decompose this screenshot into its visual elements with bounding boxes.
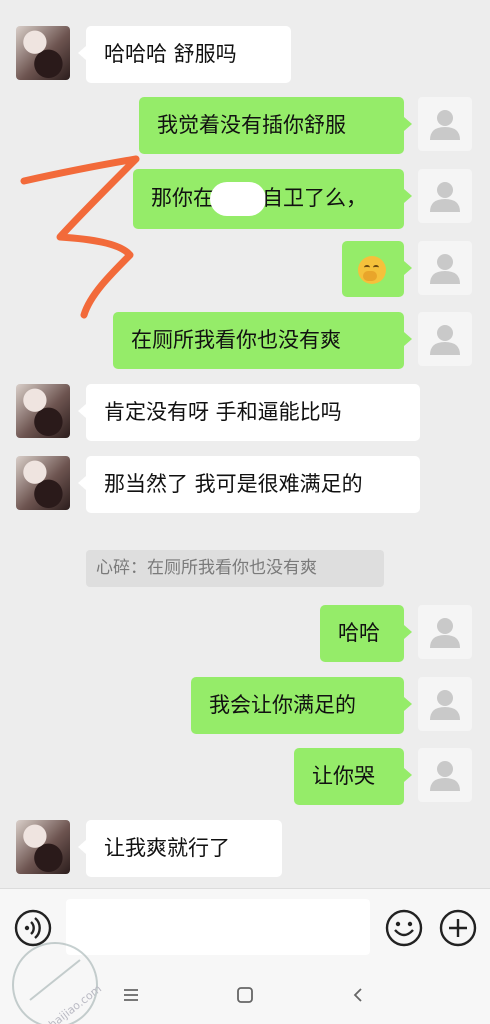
sticker-bubble[interactable] bbox=[342, 241, 412, 297]
person-placeholder-icon bbox=[430, 110, 460, 140]
message-bubble-received[interactable]: 让我爽就行了 bbox=[78, 820, 282, 877]
person-placeholder-icon bbox=[430, 325, 460, 355]
contact-avatar[interactable] bbox=[16, 384, 70, 438]
message-text: 我会让你满足的 bbox=[209, 693, 356, 717]
menu-icon[interactable] bbox=[116, 980, 146, 1010]
message-text-part: 那你在 bbox=[151, 186, 214, 210]
message-bubble-sent[interactable]: 让你哭 bbox=[294, 748, 412, 805]
home-square-icon[interactable] bbox=[230, 980, 260, 1010]
message-text-input[interactable] bbox=[66, 899, 370, 955]
message-bubble-sent[interactable]: 我觉着没有插你舒服 bbox=[139, 97, 412, 154]
orange-scribble-annotation bbox=[20, 155, 140, 319]
message-text: 我觉着没有插你舒服 bbox=[157, 113, 346, 137]
plus-icon[interactable] bbox=[438, 908, 478, 948]
self-avatar[interactable] bbox=[418, 748, 472, 802]
message-text: 哈哈哈 舒服吗 bbox=[104, 42, 237, 66]
message-bubble-received[interactable]: 那当然了 我可是很难满足的 bbox=[78, 456, 420, 513]
message-text: 在厕所我看你也没有爽 bbox=[131, 328, 341, 352]
message-bubble-received[interactable]: 哈哈哈 舒服吗 bbox=[78, 26, 291, 83]
contact-avatar[interactable] bbox=[16, 820, 70, 874]
person-placeholder-icon bbox=[430, 254, 460, 284]
message-text: 让我爽就行了 bbox=[104, 836, 230, 860]
person-placeholder-icon bbox=[430, 618, 460, 648]
censor-blot bbox=[210, 182, 266, 216]
chat-area[interactable]: 哈哈哈 舒服吗 我觉着没有插你舒服 那你在 自卫了么， 在厕所我看你也没有爽 肯定… bbox=[0, 0, 490, 888]
self-avatar[interactable] bbox=[418, 97, 472, 151]
quoted-reply[interactable]: 心碎：在厕所我看你也没有爽 bbox=[86, 550, 384, 587]
message-bubble-sent[interactable]: 那你在 自卫了么， bbox=[133, 169, 412, 229]
contact-avatar[interactable] bbox=[16, 456, 70, 510]
self-avatar[interactable] bbox=[418, 169, 472, 223]
thinking-face-emoji-icon bbox=[358, 256, 386, 284]
person-placeholder-icon bbox=[430, 690, 460, 720]
message-bubble-received[interactable]: 肯定没有呀 手和逼能比吗 bbox=[78, 384, 420, 441]
contact-avatar[interactable] bbox=[16, 26, 70, 80]
person-placeholder-icon bbox=[430, 761, 460, 791]
message-text: 那当然了 我可是很难满足的 bbox=[104, 472, 363, 496]
self-avatar[interactable] bbox=[418, 312, 472, 366]
self-avatar[interactable] bbox=[418, 677, 472, 731]
message-bubble-sent[interactable]: 我会让你满足的 bbox=[191, 677, 412, 734]
message-text: 哈哈 bbox=[338, 621, 380, 645]
self-avatar[interactable] bbox=[418, 605, 472, 659]
person-placeholder-icon bbox=[430, 182, 460, 212]
message-text: 让你哭 bbox=[312, 764, 375, 788]
message-bubble-sent[interactable]: 在厕所我看你也没有爽 bbox=[113, 312, 412, 369]
watermark-logo: haijiao.com bbox=[12, 942, 104, 1024]
watermark-text: haijiao.com bbox=[46, 982, 104, 1024]
message-text-part: 自卫了么， bbox=[262, 186, 367, 210]
quoted-text: 心碎：在厕所我看你也没有爽 bbox=[96, 558, 317, 578]
smiley-icon[interactable] bbox=[384, 908, 424, 948]
message-text: 肯定没有呀 手和逼能比吗 bbox=[104, 400, 342, 424]
self-avatar[interactable] bbox=[418, 241, 472, 295]
message-bubble-sent[interactable]: 哈哈 bbox=[320, 605, 412, 662]
back-chevron-icon[interactable] bbox=[344, 980, 374, 1010]
